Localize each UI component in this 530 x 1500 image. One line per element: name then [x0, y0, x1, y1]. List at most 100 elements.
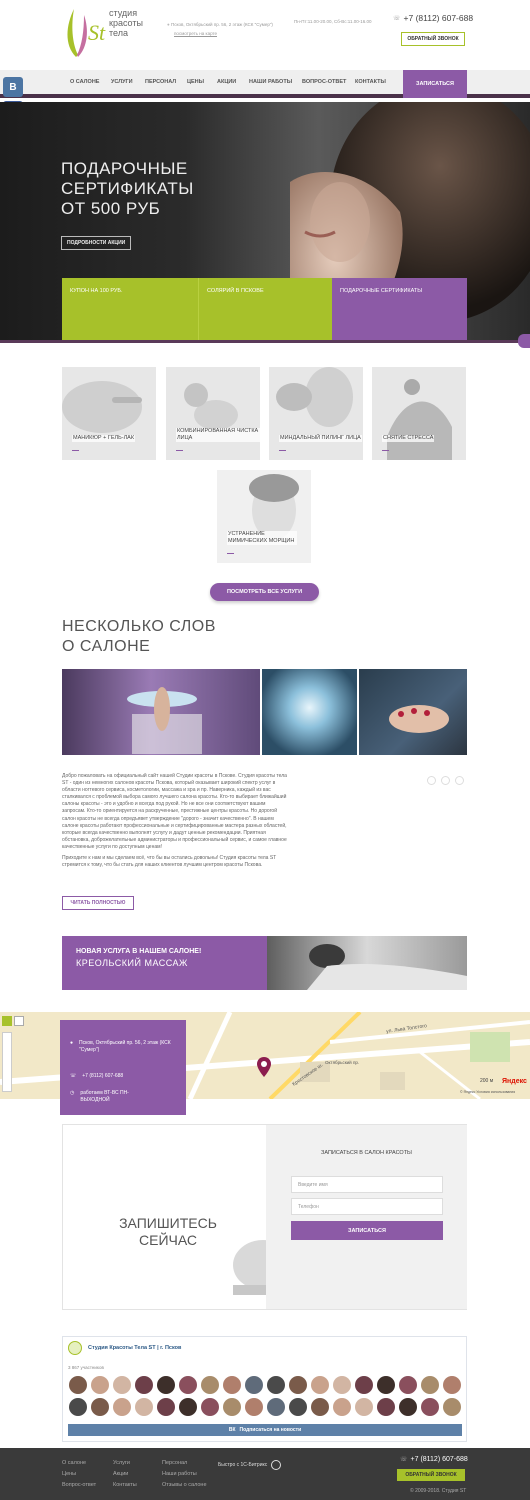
map-phone-row[interactable]: ☏ +7 (8112) 607-688	[70, 1073, 123, 1080]
member-avatar[interactable]	[267, 1398, 285, 1416]
member-avatar[interactable]	[91, 1398, 109, 1416]
member-avatar[interactable]	[311, 1398, 329, 1416]
salon-photo-manicure	[359, 669, 467, 755]
footer-phone[interactable]: ☏ +7 (8112) 607-688	[400, 1456, 468, 1463]
bitrix-badge[interactable]: Быстро с 1С-Битрикс	[218, 1460, 282, 1470]
footer-link-about[interactable]: О салоне	[62, 1460, 86, 1466]
member-avatar[interactable]	[399, 1398, 417, 1416]
member-avatar[interactable]	[201, 1376, 219, 1394]
hero-tab-coupon[interactable]: КУПОН НА 100 РУБ.	[62, 278, 198, 340]
hero-title: ПОДАРОЧНЫЕ СЕРТИФИКАТЫ ОТ 500 РУБ	[61, 159, 194, 218]
service-card-cleaning[interactable]: КОМБИНИРОВАННАЯ ЧИСТКА ЛИЦА	[166, 367, 260, 460]
member-avatar[interactable]	[69, 1376, 87, 1394]
member-avatar[interactable]	[333, 1398, 351, 1416]
member-avatar[interactable]	[179, 1398, 197, 1416]
service-label: СНЯТИЕ СТРЕССА	[382, 435, 435, 442]
footer-link-services[interactable]: Услуги	[113, 1460, 130, 1466]
member-avatar[interactable]	[223, 1376, 241, 1394]
member-avatar[interactable]	[355, 1376, 373, 1394]
member-avatar[interactable]	[399, 1376, 417, 1394]
member-avatar[interactable]	[333, 1376, 351, 1394]
footer-link-works[interactable]: Наши работы	[162, 1471, 197, 1477]
nav-item-about[interactable]: О САЛОНЕ	[70, 70, 99, 94]
phone-input[interactable]: Телефон	[291, 1198, 443, 1215]
promo-banner[interactable]: НОВАЯ УСЛУГА В НАШЕМ САЛОНЕ! КРЕОЛЬСКИЙ …	[62, 936, 467, 990]
member-avatar[interactable]	[135, 1398, 153, 1416]
member-avatar[interactable]	[157, 1398, 175, 1416]
nav-item-services[interactable]: УСЛУГИ	[111, 70, 133, 94]
vk-members-count: 3 867 участников	[68, 1365, 104, 1370]
member-avatar[interactable]	[135, 1376, 153, 1394]
vk-icon[interactable]: В	[3, 77, 23, 97]
map-zoom-slider[interactable]	[2, 1032, 12, 1092]
member-avatar[interactable]	[311, 1376, 329, 1394]
member-avatar[interactable]	[245, 1376, 263, 1394]
service-card-wrinkles[interactable]: УСТРАНЕНИЕ МИМИЧЕСКИХ МОРЩИН	[217, 470, 311, 563]
member-avatar[interactable]	[179, 1376, 197, 1394]
vk-group-name[interactable]: Студия Красоты Тела ST | г. Псков	[88, 1345, 181, 1351]
header-phone[interactable]: ☏ +7 (8112) 607-688	[393, 13, 473, 23]
member-avatar[interactable]	[377, 1398, 395, 1416]
nav-item-prices[interactable]: ЦЕНЫ	[187, 70, 204, 94]
all-services-button[interactable]: ПОСМОТРЕТЬ ВСЕ УСЛУГИ	[210, 583, 319, 601]
vk-subscribe-button[interactable]: ВК Подписаться на новости	[68, 1424, 462, 1436]
member-avatar[interactable]	[157, 1376, 175, 1394]
nav-item-staff[interactable]: ПЕРСОНАЛ	[145, 70, 176, 94]
member-avatar[interactable]	[355, 1398, 373, 1416]
service-card-peeling[interactable]: МИНДАЛЬНЫЙ ПИЛИНГ ЛИЦА	[269, 367, 363, 460]
service-accent	[227, 552, 234, 554]
member-avatar[interactable]	[245, 1398, 263, 1416]
hero-tab-certificates[interactable]: ПОДАРОЧНЫЕ СЕРТИФИКАТЫ	[332, 278, 467, 340]
group-avatar[interactable]	[68, 1341, 82, 1355]
signup-submit-button[interactable]: ЗАПИСАТЬСЯ	[291, 1221, 443, 1240]
nav-item-contacts[interactable]: КОНТАКТЫ	[355, 70, 386, 94]
member-avatar[interactable]	[113, 1398, 131, 1416]
member-avatar[interactable]	[377, 1376, 395, 1394]
service-label: КОМБИНИРОВАННАЯ ЧИСТКА ЛИЦА	[176, 428, 260, 442]
chat-icon[interactable]	[518, 334, 530, 348]
member-avatar[interactable]	[223, 1398, 241, 1416]
hero-details-button[interactable]: ПОДРОБНОСТИ АКЦИИ	[61, 236, 132, 250]
footer-link-prices[interactable]: Цены	[62, 1471, 76, 1477]
member-avatar[interactable]	[69, 1398, 87, 1416]
map-scale: 200 м	[480, 1078, 494, 1084]
footer-link-staff[interactable]: Персонал	[162, 1460, 187, 1466]
callback-button[interactable]: ОБРАТНЫЙ ЗВОНОК	[401, 32, 465, 46]
nav-item-faq[interactable]: ВОПРОС-ОТВЕТ	[302, 70, 346, 94]
vk-share-icon[interactable]	[427, 776, 436, 785]
vk-community-widget: Студия Красоты Тела ST | г. Псков 3 867 …	[62, 1336, 467, 1442]
map-link[interactable]: посмотреть на карте	[167, 29, 273, 38]
map-street-3: Октябрьский пр.	[325, 1060, 360, 1065]
member-avatar[interactable]	[289, 1398, 307, 1416]
member-avatar[interactable]	[289, 1376, 307, 1394]
map-ruler-icon[interactable]	[14, 1016, 24, 1026]
map-provider[interactable]: Яндекс	[502, 1078, 527, 1085]
member-avatar[interactable]	[443, 1376, 461, 1394]
map-terms[interactable]: © Яндекс Условия использования	[460, 1090, 515, 1094]
map-layer-icon[interactable]	[2, 1016, 12, 1026]
phone-icon: ☏	[400, 1457, 408, 1463]
member-avatar[interactable]	[421, 1398, 439, 1416]
footer-link-faq[interactable]: Вопрос-ответ	[62, 1482, 96, 1488]
member-avatar[interactable]	[421, 1376, 439, 1394]
footer-link-reviews[interactable]: Отзывы о салоне	[162, 1482, 207, 1488]
facebook-share-icon[interactable]	[441, 776, 450, 785]
member-avatar[interactable]	[91, 1376, 109, 1394]
footer-callback-button[interactable]: ОБРАТНЫЙ ЗВОНОК	[397, 1469, 465, 1481]
member-avatar[interactable]	[267, 1376, 285, 1394]
footer-link-contacts[interactable]: Контакты	[113, 1482, 137, 1488]
nav-item-promos[interactable]: АКЦИИ	[217, 70, 236, 94]
read-more-button[interactable]: ЧИТАТЬ ПОЛНОСТЬЮ	[62, 896, 134, 910]
member-avatar[interactable]	[443, 1398, 461, 1416]
member-avatar[interactable]	[113, 1376, 131, 1394]
member-avatar[interactable]	[201, 1398, 219, 1416]
service-card-stress[interactable]: СНЯТИЕ СТРЕССА	[372, 367, 466, 460]
name-input[interactable]: Введите имя	[291, 1176, 443, 1193]
hero-tab-solarium[interactable]: СОЛЯРИЙ В ПСКОВЕ	[198, 278, 332, 340]
map-pin-icon[interactable]	[257, 1057, 271, 1077]
footer-link-promos[interactable]: Акции	[113, 1471, 128, 1477]
nav-item-works[interactable]: НАШИ РАБОТЫ	[249, 70, 292, 94]
service-card-manicure[interactable]: МАНИКЮР + ГЕЛЬ-ЛАК	[62, 367, 156, 460]
nav-signup-button[interactable]: ЗАПИСАТЬСЯ	[403, 70, 467, 98]
twitter-share-icon[interactable]	[455, 776, 464, 785]
